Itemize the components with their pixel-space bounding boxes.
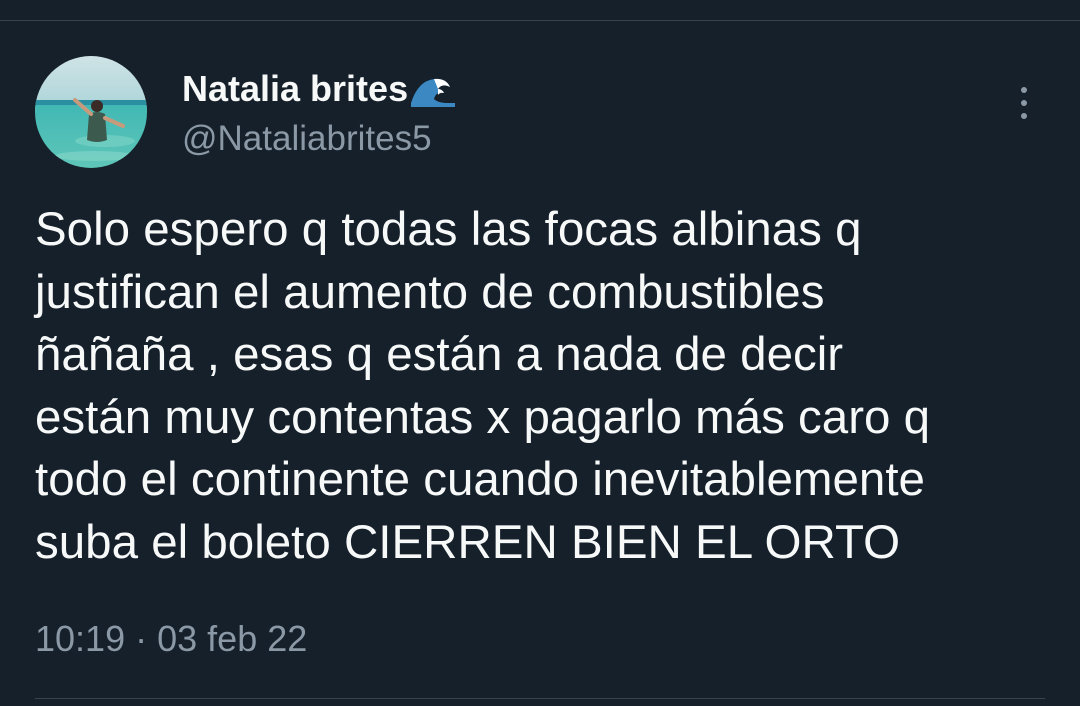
more-vertical-icon	[1021, 87, 1027, 93]
wave-emoji-icon	[411, 78, 456, 107]
tweet-text-line: todo el continente cuando inevitablement…	[35, 453, 925, 506]
author-handle[interactable]: @Nataliabrites5	[182, 119, 432, 159]
tweet-time[interactable]: 10:19	[35, 618, 125, 659]
tweet-text: Solo espero q todas las focas albinas q …	[35, 199, 1065, 574]
tweet-text-line: ñañaña , esas q están a nada de decir	[35, 328, 844, 381]
tweet-timestamp: 10:19 · 03 feb 22	[35, 617, 307, 661]
timestamp-separator: ·	[135, 618, 148, 659]
more-options-button[interactable]	[1004, 81, 1044, 125]
more-vertical-icon-dot	[1021, 100, 1027, 106]
tweet[interactable]: Natalia brites @Nataliabrites5 Solo espe…	[0, 21, 1080, 706]
tweet-text-line: suba el boleto CIERREN BIEN EL ORTO	[35, 515, 901, 569]
tweet-text-line: Solo espero q todas las focas albinas q	[35, 203, 862, 256]
tweet-text-line: justifican el aumento de combustibles	[35, 265, 825, 319]
more-vertical-icon-dot	[1021, 113, 1027, 119]
tweet-date[interactable]: 03 feb 22	[157, 618, 307, 659]
tweet-text-line: están muy contentas x pagarlo más caro q	[35, 390, 931, 444]
bottom-divider	[35, 698, 1045, 699]
avatar[interactable]	[35, 56, 147, 168]
author-display-name[interactable]: Natalia brites	[182, 69, 458, 109]
avatar-photo	[35, 56, 147, 168]
author-name-text: Natalia brites	[182, 68, 409, 109]
